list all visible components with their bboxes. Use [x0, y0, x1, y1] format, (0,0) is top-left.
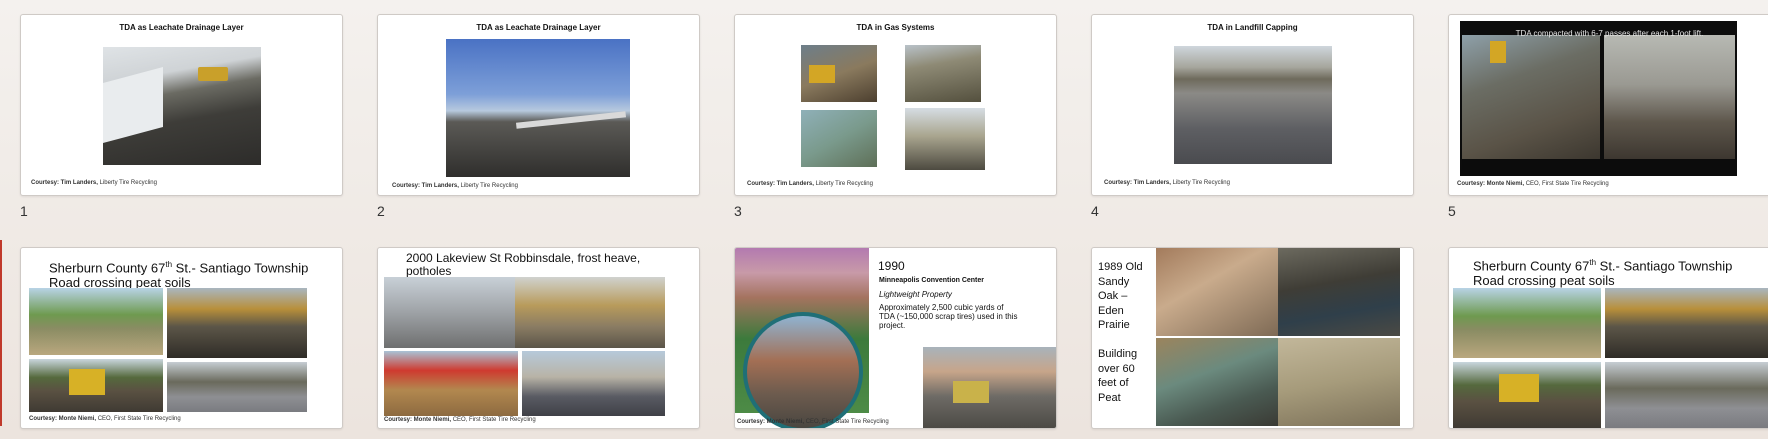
- landfill-cap-photo: [1174, 46, 1332, 164]
- road-photo-1: [29, 288, 163, 355]
- bulldozer-photo: [923, 347, 1056, 428]
- slide-title: TDA in Landfill Capping: [1207, 23, 1298, 32]
- slide-thumbnail-1[interactable]: TDA as Leachate Drainage Layer Courtesy:…: [20, 14, 343, 196]
- slide-title: TDA compacted with 6-7 passes after each…: [1515, 29, 1704, 38]
- slide-number: 3: [734, 203, 742, 219]
- road-photo-4: [1605, 362, 1768, 428]
- slide-place: Minneapolis Convention Center: [879, 277, 985, 284]
- road-photo-2: [1605, 288, 1768, 358]
- pothole-photo-3: [384, 351, 518, 416]
- slide-number: 4: [1091, 203, 1099, 219]
- road-photo-3: [29, 359, 163, 412]
- selection-indicator: [0, 240, 2, 426]
- road-photo-2: [167, 288, 307, 358]
- slide-thumbnail-5[interactable]: TDA compacted with 6-7 passes after each…: [1448, 14, 1768, 196]
- slide-body: Approximately 2,500 cubic yards of TDA (…: [879, 303, 1018, 330]
- slide-thumbnail-7[interactable]: 2000 Lakeview St Robbinsdale, frost heav…: [377, 247, 700, 429]
- slide-credit: Courtesy: Tim Landers, Liberty Tire Recy…: [1104, 180, 1230, 186]
- slide-title: Sherburn County 67th St.- Santiago Towns…: [1473, 258, 1733, 289]
- gas-system-photo-4: [905, 108, 985, 170]
- slide-year: 1990: [878, 259, 905, 273]
- slide-thumbnail-8[interactable]: 1990 Minneapolis Convention Center Light…: [734, 247, 1057, 429]
- peat-photo-1: [1156, 248, 1278, 336]
- slide-credit: Courtesy: Monte Niemi, CEO, First State …: [29, 416, 181, 422]
- peat-photo-2: [1278, 248, 1400, 336]
- slide-credit: Courtesy: Monte Niemi, CEO, First State …: [737, 419, 889, 425]
- slide-text-block: 1989 Old Sandy Oak – Eden Prairie Buildi…: [1098, 261, 1143, 404]
- slide-credit: Courtesy: Monte Niemi, CEO, First State …: [1457, 181, 1609, 187]
- slide-credit: Courtesy: Tim Landers, Liberty Tire Recy…: [747, 181, 873, 187]
- gas-system-photo-1: [801, 45, 877, 102]
- slide-number: 2: [377, 203, 385, 219]
- drainage-layer-photo: [446, 39, 630, 177]
- gas-system-photo-3: [801, 110, 877, 167]
- road-photo-3: [1453, 362, 1601, 428]
- slide-number: 5: [1448, 203, 1456, 219]
- slide-credit: Courtesy: Tim Landers, Liberty Tire Recy…: [392, 183, 518, 189]
- slide-thumbnail-3[interactable]: TDA in Gas Systems Courtesy: Tim Landers…: [734, 14, 1057, 196]
- slide-thumbnail-10[interactable]: Sherburn County 67th St.- Santiago Towns…: [1448, 247, 1768, 429]
- slide-thumbnail-6[interactable]: Sherburn County 67th St.- Santiago Towns…: [20, 247, 343, 429]
- slide-credit: Courtesy: Monte Niemi, CEO, First State …: [384, 417, 536, 423]
- slide-thumbnail-2[interactable]: TDA as Leachate Drainage Layer Courtesy:…: [377, 14, 700, 196]
- road-photo-4: [167, 362, 307, 412]
- peat-photo-4: [1278, 338, 1400, 426]
- slide-title: TDA as Leachate Drainage Layer: [119, 23, 244, 32]
- slide-title: Sherburn County 67th St.- Santiago Towns…: [49, 260, 309, 291]
- slide-number: 1: [20, 203, 28, 219]
- slide-title: TDA as Leachate Drainage Layer: [476, 23, 601, 32]
- slide-thumbnail-9[interactable]: 1989 Old Sandy Oak – Eden Prairie Buildi…: [1091, 247, 1414, 429]
- compaction-photo-panel: [1460, 21, 1737, 176]
- landfill-liner-photo: [103, 47, 261, 165]
- gas-system-photo-2: [905, 45, 981, 102]
- pothole-photo-4: [522, 351, 665, 416]
- slide-subtitle: Lightweight Property: [879, 290, 952, 299]
- slide-thumbnail-4[interactable]: TDA in Landfill Capping Courtesy: Tim La…: [1091, 14, 1414, 196]
- slide-title: TDA in Gas Systems: [856, 23, 935, 32]
- slide-title: 2000 Lakeview St Robbinsdale, frost heav…: [406, 251, 641, 278]
- pothole-photo-2: [515, 277, 665, 348]
- pothole-photo-1: [384, 277, 520, 348]
- road-photo-1: [1453, 288, 1601, 358]
- slide-credit: Courtesy: Tim Landers, Liberty Tire Recy…: [31, 180, 157, 186]
- convention-center-inset: [743, 312, 863, 428]
- peat-photo-3: [1156, 338, 1278, 426]
